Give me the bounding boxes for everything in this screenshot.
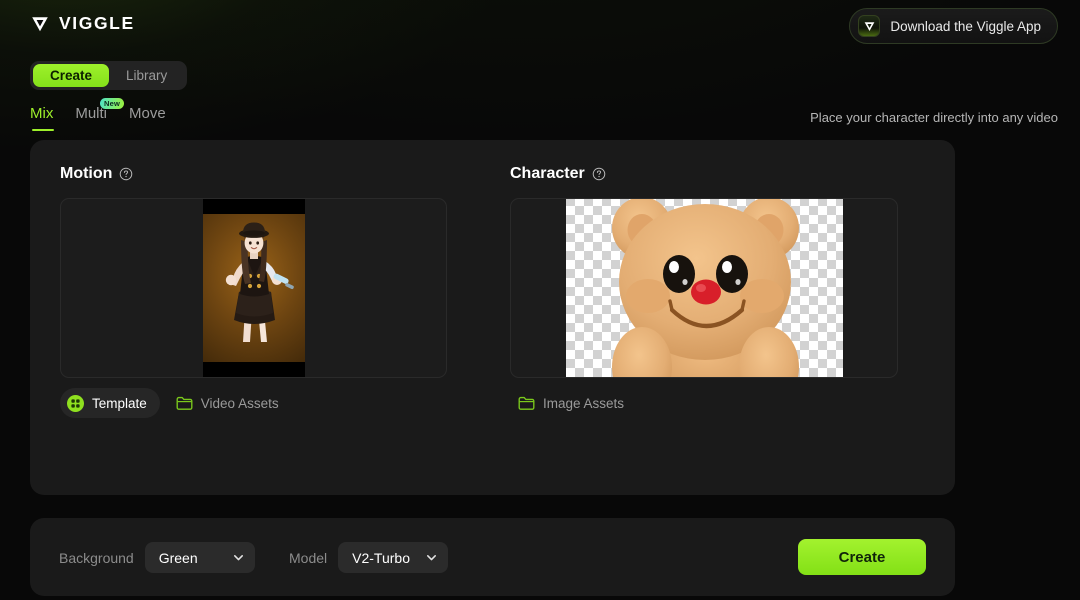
viggle-v-mark-icon bbox=[30, 14, 50, 34]
editor-panel: Motion Template Video Assets Character I… bbox=[30, 140, 955, 495]
folder-icon bbox=[176, 396, 193, 411]
character-column: Character Image Assets bbox=[480, 140, 930, 495]
motion-title: Motion bbox=[60, 165, 113, 182]
image-assets-button[interactable]: Image Assets bbox=[510, 388, 634, 418]
background-value: Green bbox=[158, 549, 198, 566]
options-bar: Background Green Model V2-Turbo Create bbox=[30, 518, 955, 596]
template-label: Template bbox=[92, 395, 147, 411]
segment-library[interactable]: Library bbox=[109, 64, 184, 87]
brand-logo[interactable]: VIGGLE bbox=[30, 13, 135, 34]
model-field: Model V2-Turbo bbox=[289, 542, 449, 573]
tab-move-label: Move bbox=[129, 105, 166, 122]
background-select[interactable]: Green bbox=[144, 542, 255, 573]
character-title: Character bbox=[510, 165, 585, 182]
tab-multi[interactable]: Multi New bbox=[75, 98, 124, 131]
template-grid-icon bbox=[67, 394, 84, 412]
character-header: Character bbox=[510, 165, 606, 183]
background-field: Background Green bbox=[59, 542, 255, 573]
chevron-down-icon bbox=[232, 551, 245, 564]
character-actions: Image Assets bbox=[510, 388, 634, 418]
app-header: VIGGLE Download the Viggle App bbox=[0, 0, 1080, 52]
template-button[interactable]: Template bbox=[60, 388, 160, 418]
chevron-down-icon bbox=[425, 551, 438, 564]
tagline-text: Place your character directly into any v… bbox=[810, 110, 1058, 125]
motion-video-thumbnail bbox=[202, 199, 305, 377]
motion-actions: Template Video Assets bbox=[60, 388, 289, 418]
question-circle-icon[interactable] bbox=[119, 167, 133, 181]
folder-icon bbox=[518, 396, 535, 411]
new-badge: New bbox=[99, 98, 124, 109]
model-value: V2-Turbo bbox=[352, 549, 410, 566]
segment-library-label: Library bbox=[126, 68, 168, 83]
image-assets-label: Image Assets bbox=[543, 395, 625, 411]
viggle-app-icon bbox=[858, 15, 881, 37]
viggle-app: VIGGLE Download the Viggle App Create Li… bbox=[0, 0, 1080, 600]
motion-column: Motion Template Video Assets bbox=[30, 140, 480, 495]
segment-create[interactable]: Create bbox=[33, 64, 110, 87]
download-app-label: Download the Viggle App bbox=[890, 18, 1041, 34]
character-image-thumbnail bbox=[565, 199, 843, 377]
motion-dropzone[interactable] bbox=[60, 198, 447, 378]
character-dropzone[interactable] bbox=[510, 198, 898, 378]
question-circle-icon[interactable] bbox=[592, 167, 606, 181]
motion-header: Motion bbox=[60, 165, 133, 183]
download-app-button[interactable]: Download the Viggle App bbox=[849, 8, 1058, 44]
video-assets-button[interactable]: Video Assets bbox=[168, 388, 289, 418]
tab-mix[interactable]: Mix bbox=[30, 105, 55, 131]
model-select[interactable]: V2-Turbo bbox=[338, 542, 449, 573]
segment-create-label: Create bbox=[50, 68, 93, 83]
tab-mix-label: Mix bbox=[30, 105, 54, 122]
model-label: Model bbox=[289, 549, 328, 566]
brand-name: VIGGLE bbox=[59, 13, 135, 33]
tab-move[interactable]: Move bbox=[129, 105, 166, 131]
background-label: Background bbox=[59, 549, 134, 566]
sub-tabs: Mix Multi New Move bbox=[30, 98, 166, 131]
video-assets-label: Video Assets bbox=[200, 395, 279, 411]
mode-segmented-control: Create Library bbox=[30, 61, 188, 90]
create-button[interactable]: Create bbox=[798, 539, 926, 575]
